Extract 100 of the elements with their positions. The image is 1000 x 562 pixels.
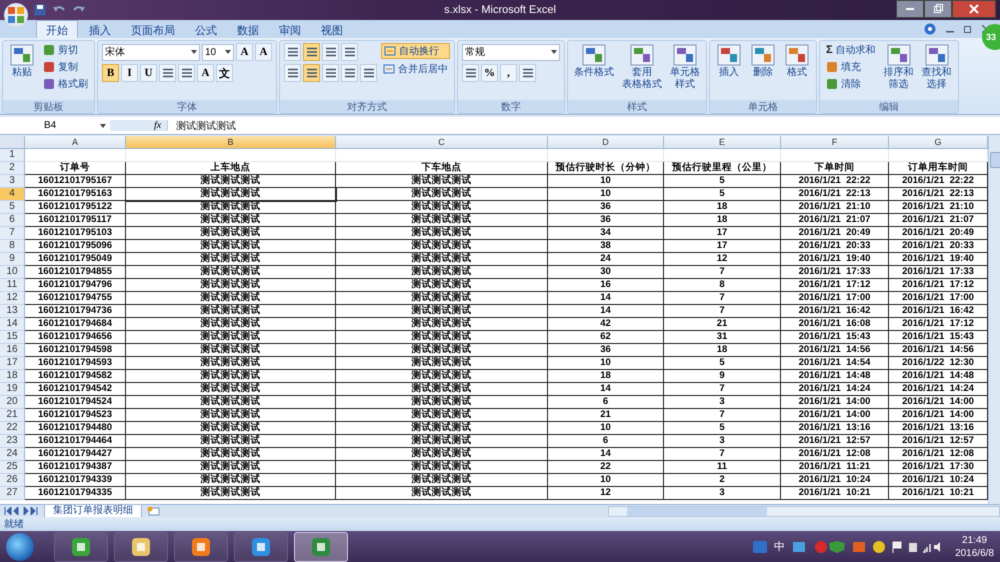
row-header[interactable]: 12 — [0, 292, 25, 305]
clock-time[interactable]: 21:49 — [962, 534, 988, 546]
minimize-button[interactable] — [896, 0, 924, 18]
tool-button[interactable] — [462, 64, 479, 82]
help-icon[interactable] — [924, 23, 936, 35]
row-header[interactable]: 24 — [0, 448, 25, 461]
tool-button[interactable] — [178, 64, 195, 82]
format-button[interactable]: I — [121, 64, 138, 82]
ime-indicator[interactable]: 中 — [774, 539, 786, 554]
dropdown-field[interactable]: 10 — [202, 44, 234, 60]
restore-icon[interactable] — [964, 25, 972, 33]
format-button[interactable]: % — [481, 64, 498, 82]
format-button[interactable]: A — [255, 43, 272, 61]
row-header[interactable]: 9 — [0, 253, 25, 266]
ribbon-button[interactable]: 插入 — [714, 43, 744, 79]
ribbon-button[interactable]: 条件格式 — [572, 43, 616, 79]
taskbar-app-button[interactable] — [174, 532, 228, 562]
row-header[interactable]: 13 — [0, 305, 25, 318]
restore-button[interactable] — [924, 0, 952, 18]
tool-button[interactable] — [303, 64, 320, 82]
column-header[interactable]: C — [336, 136, 548, 149]
tool-button[interactable] — [341, 64, 358, 82]
column-header[interactable]: F — [781, 136, 889, 149]
dropdown-field[interactable]: 宋体 — [102, 44, 200, 60]
format-button[interactable]: A — [236, 43, 253, 61]
column-header[interactable]: B — [126, 136, 336, 149]
format-button[interactable]: B — [102, 64, 119, 82]
tool-button[interactable] — [159, 64, 176, 82]
row-header[interactable]: 18 — [0, 370, 25, 383]
ribbon-button[interactable]: 剪切 — [41, 43, 90, 57]
taskbar-app-button[interactable] — [114, 532, 168, 562]
name-box[interactable]: B4 — [0, 120, 110, 131]
ribbon-tab[interactable]: 开始 — [36, 20, 78, 38]
office-button[interactable] — [4, 3, 28, 27]
row-header[interactable]: 1 — [0, 149, 25, 162]
row-header[interactable]: 7 — [0, 227, 25, 240]
sheet-navigation-icon[interactable] — [4, 507, 40, 515]
row-header[interactable]: 25 — [0, 461, 25, 474]
row-header[interactable]: 6 — [0, 214, 25, 227]
tool-button[interactable] — [284, 64, 301, 82]
ribbon-button[interactable]: 粘贴 — [7, 43, 37, 79]
row-header[interactable]: 21 — [0, 409, 25, 422]
row-header[interactable]: 22 — [0, 422, 25, 435]
ribbon-tab[interactable]: 视图 — [312, 21, 352, 38]
column-header[interactable]: E — [664, 136, 781, 149]
ribbon-button[interactable]: 自动换行 — [381, 43, 450, 59]
taskbar-app-button[interactable] — [234, 532, 288, 562]
tool-button[interactable] — [322, 43, 339, 61]
row-header[interactable]: 5 — [0, 201, 25, 214]
format-button[interactable]: , — [500, 64, 517, 82]
insert-sheet-icon[interactable] — [146, 506, 160, 516]
row-header[interactable]: 16 — [0, 344, 25, 357]
ribbon-button[interactable]: 格式 — [782, 43, 812, 79]
row-header[interactable]: 26 — [0, 474, 25, 487]
ribbon-tab[interactable]: 插入 — [80, 21, 120, 38]
ribbon-button[interactable]: 清除 — [824, 77, 878, 91]
vertical-scrollbar[interactable] — [988, 136, 1000, 504]
tool-button[interactable] — [341, 43, 358, 61]
row-header[interactable]: 27 — [0, 487, 25, 500]
ribbon-button[interactable]: 单元格 样式 — [668, 43, 702, 91]
sheet-tab[interactable]: 集团订单报表明细 — [44, 504, 142, 518]
tool-button[interactable] — [519, 64, 536, 82]
row-header[interactable]: 20 — [0, 396, 25, 409]
ribbon-button[interactable]: 查找和 选择 — [920, 43, 954, 91]
format-button[interactable]: U — [140, 64, 157, 82]
ribbon-button[interactable]: Σ 自动求和 — [824, 43, 878, 57]
dropdown-field[interactable]: 常规 — [462, 44, 560, 60]
ribbon-tab[interactable]: 页面布局 — [122, 21, 184, 38]
row-header[interactable]: 23 — [0, 435, 25, 448]
ribbon-button[interactable]: 套用 表格格式 — [620, 43, 664, 91]
row-header[interactable]: 10 — [0, 266, 25, 279]
save-icon[interactable] — [34, 4, 46, 16]
format-button[interactable]: A — [197, 64, 214, 82]
ribbon-button[interactable]: 排序和 筛选 — [882, 43, 916, 91]
ribbon-button[interactable]: 格式刷 — [41, 77, 90, 91]
row-header[interactable]: 11 — [0, 279, 25, 292]
tool-button[interactable] — [322, 64, 339, 82]
row-header[interactable]: 15 — [0, 331, 25, 344]
ribbon-tab[interactable]: 审阅 — [270, 21, 310, 38]
row-header[interactable]: 8 — [0, 240, 25, 253]
row-header[interactable]: 17 — [0, 357, 25, 370]
tool-button[interactable] — [360, 64, 377, 82]
format-button[interactable]: 文 — [216, 64, 233, 82]
start-button[interactable] — [6, 532, 34, 560]
row-header[interactable]: 14 — [0, 318, 25, 331]
row-header[interactable]: 3 — [0, 175, 25, 188]
row-header[interactable]: 2 — [0, 162, 25, 175]
column-header[interactable]: A — [25, 136, 126, 149]
column-header[interactable]: G — [889, 136, 988, 149]
column-header[interactable]: D — [548, 136, 664, 149]
row-header[interactable]: 4 — [0, 188, 25, 201]
ribbon-tab[interactable]: 数据 — [228, 21, 268, 38]
horizontal-scrollbar[interactable] — [608, 506, 1000, 516]
formula-field[interactable]: 测试测试测试 — [168, 118, 1000, 132]
tool-button[interactable] — [303, 43, 320, 61]
close-button[interactable] — [952, 0, 996, 18]
ribbon-button[interactable]: 填充 — [824, 60, 878, 74]
ribbon-button[interactable]: 删除 — [748, 43, 778, 79]
ribbon-button[interactable]: 合并后居中 — [381, 62, 450, 76]
ribbon-button[interactable]: 复制 — [41, 60, 90, 74]
